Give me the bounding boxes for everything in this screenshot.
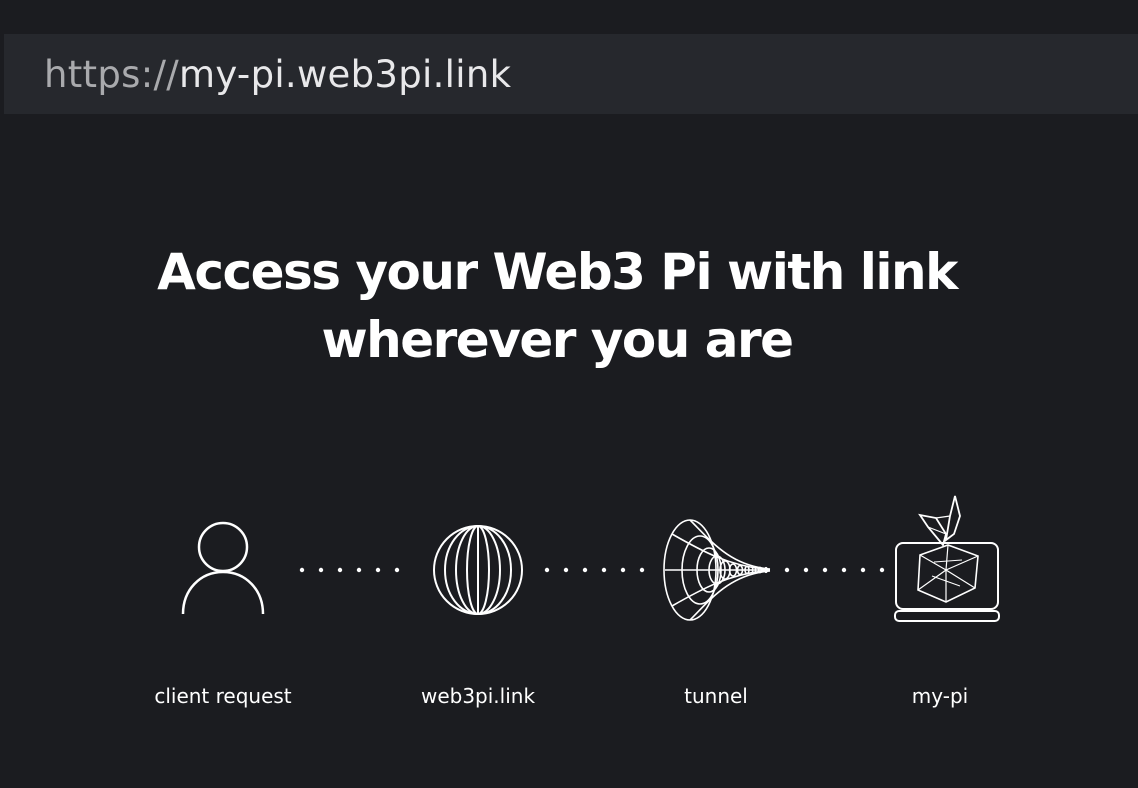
step-label-client-request: client request [154, 684, 292, 708]
url-scheme: https:// [44, 52, 180, 96]
globe-icon [433, 525, 523, 615]
page-headline: Access your Web3 Pi with link wherever y… [0, 238, 1114, 374]
user-icon [181, 521, 265, 615]
url-host: my-pi.web3pi.link [179, 52, 512, 96]
step-label-web3pi-link: web3pi.link [420, 684, 536, 708]
connector-dots-1 [299, 567, 400, 573]
raspberry-pi-device-icon [894, 495, 1000, 622]
connection-flow-diagram [181, 495, 1000, 622]
headline-line-2: wherever you are [321, 311, 794, 369]
wormhole-tunnel-icon [663, 519, 771, 621]
connector-dots-2 [544, 567, 645, 573]
address-bar[interactable]: https://my-pi.web3pi.link [4, 34, 1138, 114]
connector-dots-3 [784, 567, 885, 573]
step-label-my-pi: my-pi [911, 684, 969, 708]
step-label-tunnel: tunnel [684, 684, 748, 708]
url-text[interactable]: https://my-pi.web3pi.link [44, 53, 511, 96]
headline-line-1: Access your Web3 Pi with link [157, 243, 958, 301]
